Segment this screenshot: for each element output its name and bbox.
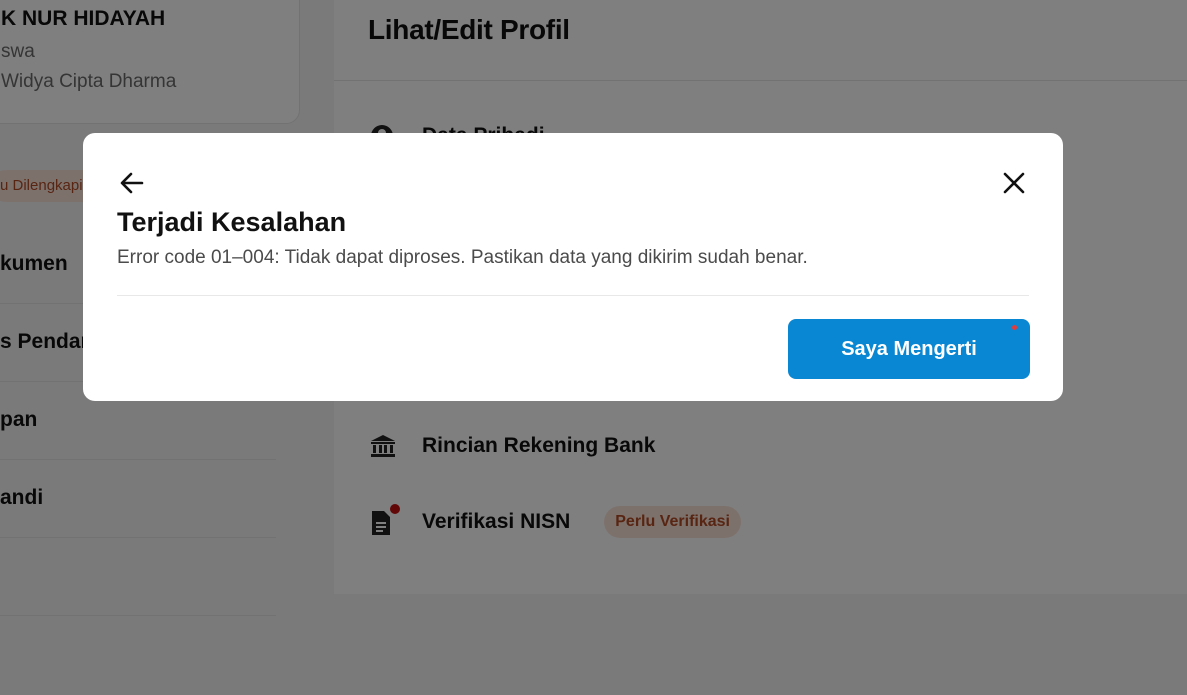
button-indicator-dot (1012, 325, 1017, 330)
dialog-divider (117, 295, 1029, 296)
dialog-title: Terjadi Kesalahan (117, 207, 347, 237)
arrow-left-icon[interactable] (117, 168, 147, 198)
confirm-button[interactable]: Saya Mengerti (788, 319, 1030, 379)
confirm-button-label: Saya Mengerti (841, 337, 977, 360)
close-icon[interactable] (999, 168, 1029, 198)
dialog-message: Error code 01–004: Tidak dapat diproses.… (117, 247, 808, 268)
error-dialog: Terjadi Kesalahan Error code 01–004: Tid… (83, 133, 1063, 401)
